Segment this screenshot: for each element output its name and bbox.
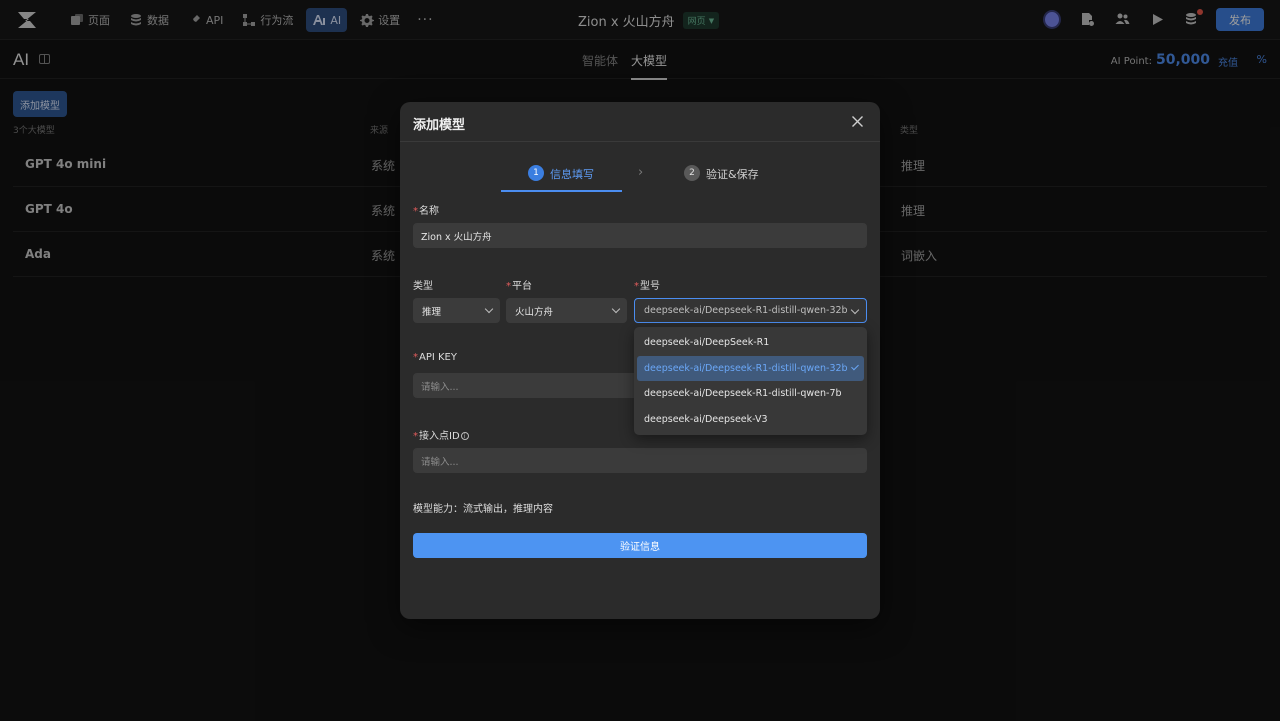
option-label: deepseek-ai/DeepSeek-R1 — [644, 337, 770, 349]
type-label: 类型 — [413, 281, 433, 292]
step-number: 1 — [528, 165, 544, 181]
info-icon[interactable]: i — [460, 432, 469, 440]
label-text: 型号 — [640, 281, 660, 292]
type-select[interactable]: 推理 — [413, 298, 500, 323]
verify-info-button[interactable]: 验证信息 — [413, 533, 867, 558]
required-mark: * — [506, 281, 511, 292]
dialog-title: 添加模型 — [413, 118, 466, 133]
model-label: *型号 — [634, 277, 660, 292]
step-label: 验证&保存 — [706, 168, 759, 181]
label-text: 接入点ID — [419, 431, 460, 442]
platform-select[interactable]: 火山方舟 — [506, 298, 627, 323]
platform-value: 火山方舟 — [515, 306, 554, 318]
model-dropdown: deepseek-ai/DeepSeek-R1 deepseek-ai/Deep… — [634, 327, 867, 435]
check-icon — [851, 362, 859, 370]
chevron-down-icon — [850, 305, 860, 315]
add-model-dialog: 添加模型 1 信息填写 › 2 验证&保存 *名称 Zion x 火山方舟 类型… — [400, 102, 880, 619]
required-mark: * — [413, 206, 418, 217]
dropdown-option[interactable]: deepseek-ai/Deepseek-V3 — [637, 407, 864, 433]
model-select[interactable]: deepseek-ai/Deepseek-R1-distill-qwen-32b — [634, 298, 867, 323]
endpoint-id-label: *接入点ID i — [413, 427, 469, 442]
option-label: deepseek-ai/Deepseek-V3 — [644, 413, 768, 425]
chevron-down-icon — [611, 304, 621, 314]
step-label: 信息填写 — [550, 168, 594, 181]
chevron-down-icon — [484, 304, 494, 314]
model-value: deepseek-ai/Deepseek-R1-distill-qwen-32b — [644, 305, 848, 316]
name-field[interactable]: Zion x 火山方舟 — [413, 223, 867, 248]
platform-label: *平台 — [506, 277, 532, 292]
required-mark: * — [634, 281, 639, 292]
label-text: 名称 — [419, 206, 439, 217]
required-mark: * — [413, 352, 418, 363]
step-number: 2 — [684, 165, 700, 181]
type-value: 推理 — [422, 306, 442, 318]
required-mark: * — [413, 431, 418, 442]
api-key-label: *API KEY — [413, 352, 457, 363]
endpoint-id-field[interactable]: 请输入... — [413, 448, 867, 473]
chevron-right-icon: › — [638, 165, 644, 180]
dropdown-option-selected[interactable]: deepseek-ai/Deepseek-R1-distill-qwen-32b — [637, 355, 864, 381]
option-label: deepseek-ai/Deepseek-R1-distill-qwen-32b — [644, 362, 848, 374]
model-capability: 模型能力：流式输出，推理内容 — [413, 504, 553, 515]
step-info[interactable]: 1 信息填写 — [501, 160, 622, 192]
stepper: 1 信息填写 › 2 验证&保存 — [501, 160, 781, 194]
close-icon[interactable] — [851, 115, 864, 128]
name-label: *名称 — [413, 202, 439, 217]
option-label: deepseek-ai/Deepseek-R1-distill-qwen-7b — [644, 388, 842, 400]
label-text: API KEY — [419, 352, 457, 363]
dropdown-option[interactable]: deepseek-ai/Deepseek-R1-distill-qwen-7b — [637, 381, 864, 407]
label-text: 平台 — [512, 281, 532, 292]
dialog-header: 添加模型 — [400, 102, 880, 142]
dropdown-option[interactable]: deepseek-ai/DeepSeek-R1 — [637, 330, 864, 356]
